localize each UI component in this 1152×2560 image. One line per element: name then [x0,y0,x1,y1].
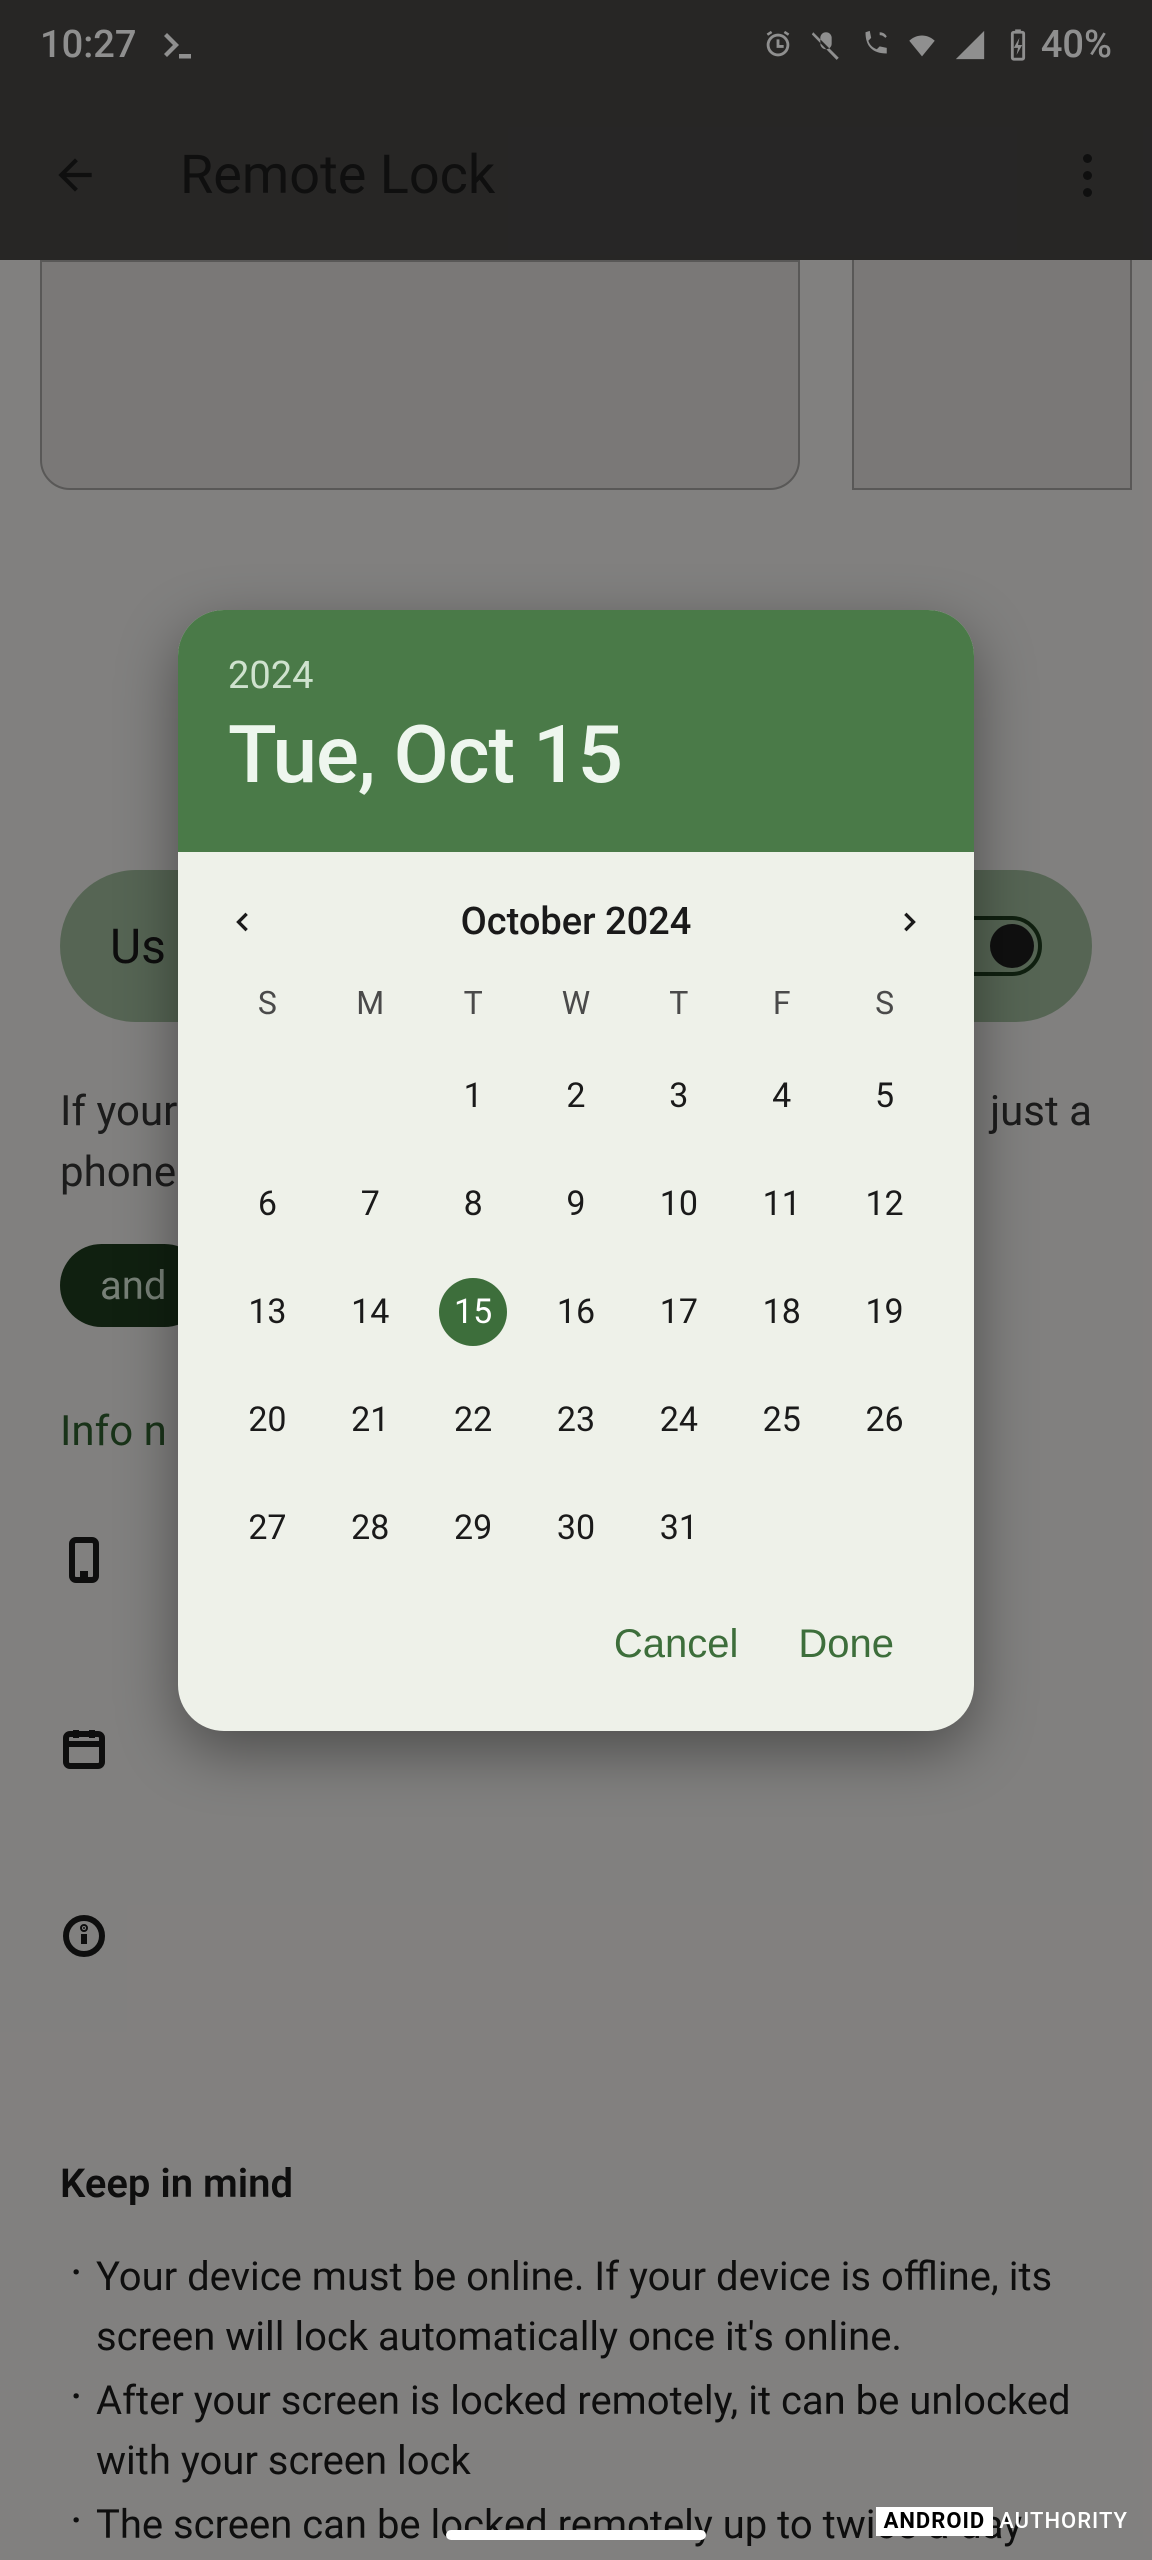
calendar-day[interactable]: 13 [233,1278,301,1346]
chevron-left-icon [228,908,256,936]
calendar-day[interactable]: 23 [542,1386,610,1454]
cancel-button[interactable]: Cancel [614,1622,739,1667]
calendar-day[interactable]: 31 [645,1494,713,1562]
calendar-day[interactable]: 27 [233,1494,301,1562]
chevron-right-icon [896,908,924,936]
month-year-label[interactable]: October 2024 [461,900,692,944]
calendar-day[interactable]: 9 [542,1170,610,1238]
calendar-day[interactable]: 17 [645,1278,713,1346]
calendar-day[interactable]: 16 [542,1278,610,1346]
gesture-nav-pill[interactable] [446,2530,706,2540]
calendar-day[interactable]: 22 [439,1386,507,1454]
watermark: ANDROID AUTHORITY [876,2507,1128,2536]
calendar-day[interactable]: 21 [336,1386,404,1454]
calendar-day[interactable]: 14 [336,1278,404,1346]
calendar-day[interactable]: 8 [439,1170,507,1238]
calendar-grid: SMTWTFS123456789101112131415161718192021… [208,974,944,1602]
calendar-day[interactable]: 2 [542,1062,610,1130]
calendar-day[interactable]: 15 [439,1278,507,1346]
done-button[interactable]: Done [798,1622,894,1667]
day-of-week-header: S [216,984,319,1022]
calendar-day[interactable]: 28 [336,1494,404,1562]
selected-date-label: Tue, Oct 15 [228,708,924,802]
calendar-day[interactable]: 24 [645,1386,713,1454]
calendar-day[interactable]: 10 [645,1170,713,1238]
calendar-day[interactable]: 3 [645,1062,713,1130]
calendar-day[interactable]: 20 [233,1386,301,1454]
calendar-day[interactable]: 26 [851,1386,919,1454]
day-of-week-header: W [525,984,628,1022]
calendar-day[interactable]: 19 [851,1278,919,1346]
day-of-week-header: T [627,984,730,1022]
selected-year[interactable]: 2024 [228,654,924,698]
day-of-week-header: M [319,984,422,1022]
calendar-day[interactable]: 4 [748,1062,816,1130]
next-month-button[interactable] [896,908,924,936]
calendar-day[interactable]: 30 [542,1494,610,1562]
calendar-day[interactable]: 12 [851,1170,919,1238]
date-picker-dialog: 2024 Tue, Oct 15 October 2024 SMTWTFS123… [178,610,974,1731]
calendar-day[interactable]: 7 [336,1170,404,1238]
day-of-week-header: S [833,984,936,1022]
calendar-day[interactable]: 1 [439,1062,507,1130]
day-of-week-header: T [422,984,525,1022]
calendar-day[interactable]: 25 [748,1386,816,1454]
calendar-day[interactable]: 5 [851,1062,919,1130]
calendar-day[interactable]: 29 [439,1494,507,1562]
date-picker-header: 2024 Tue, Oct 15 [178,610,974,852]
calendar-day[interactable]: 11 [748,1170,816,1238]
calendar-day[interactable]: 18 [748,1278,816,1346]
day-of-week-header: F [730,984,833,1022]
calendar-day[interactable]: 6 [233,1170,301,1238]
prev-month-button[interactable] [228,908,256,936]
